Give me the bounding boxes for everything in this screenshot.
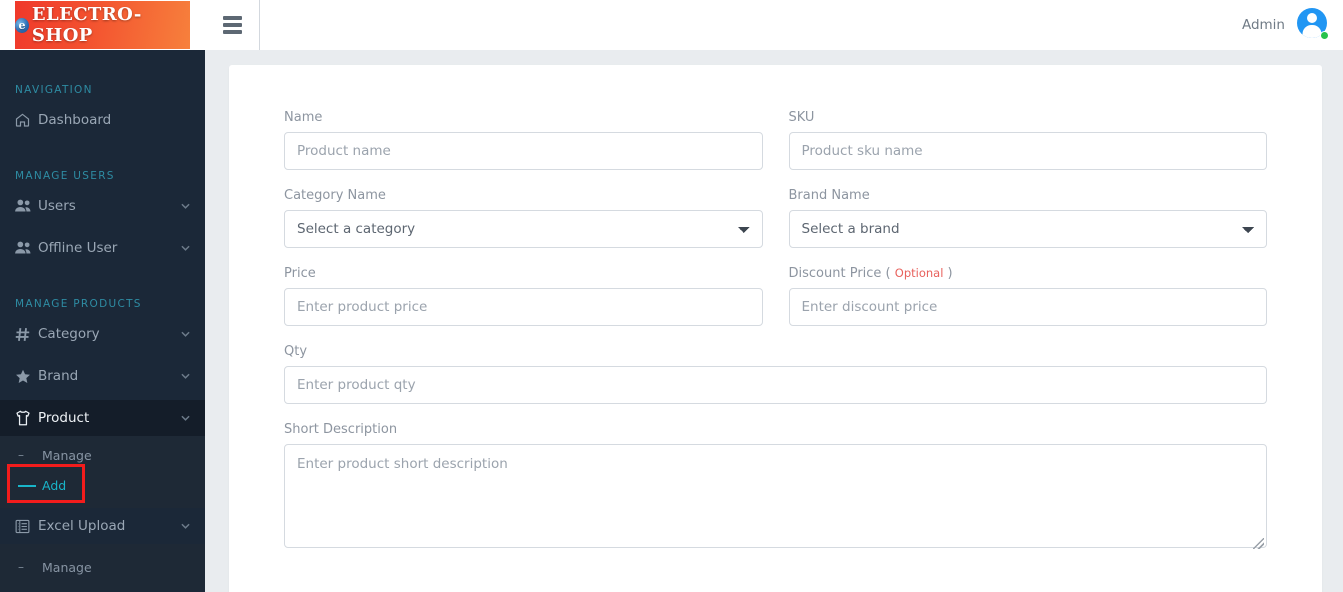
chevron-down-icon [179, 373, 191, 379]
chevron-down-icon [179, 203, 191, 209]
discount-price-input[interactable] [788, 288, 1267, 326]
sidebar-heading-manage-users: MANAGE USERS [15, 170, 115, 182]
field-group-price: Price [284, 266, 763, 326]
brand-label: Brand Name [788, 188, 870, 203]
discount-price-label: Discount Price ( Optional ) [789, 266, 1268, 281]
sidebar-item-label: Excel Upload [38, 518, 126, 534]
sidebar-item-offline-user[interactable]: Offline User [0, 230, 205, 266]
category-label: Category Name [284, 188, 386, 203]
header-divider [259, 0, 260, 50]
sidebar-item-label: Product [38, 410, 90, 426]
product-form-card: Name SKU Category Name [229, 65, 1322, 592]
dash-icon [18, 478, 42, 492]
sidebar-item-users[interactable]: Users [0, 188, 205, 224]
product-submenu: – Manage Add [0, 436, 205, 508]
brand-select[interactable]: Select a brand [788, 210, 1267, 248]
field-group-category: Category Name Select a category [284, 188, 763, 248]
sidebar-subitem-label: Manage [42, 559, 92, 575]
sidebar-subitem-add[interactable]: Add [0, 470, 205, 500]
sidebar-heading-manage-products: MANAGE PRODUCTS [15, 298, 142, 310]
avatar[interactable] [1297, 8, 1331, 42]
home-icon [14, 110, 38, 130]
short-description-label: Short Description [284, 422, 398, 437]
sidebar-item-label: Category [38, 326, 100, 342]
sidebar-item-label: Dashboard [38, 112, 112, 128]
short-description-textarea[interactable] [284, 444, 1267, 548]
add-product-form: Name SKU Category Name [229, 65, 1322, 570]
sidebar-item-label: Brand [38, 368, 79, 384]
sidebar-heading-navigation: NAVIGATION [15, 84, 93, 96]
field-group-sku: SKU [788, 110, 1267, 170]
hash-icon [14, 324, 38, 344]
sidebar-item-dashboard[interactable]: Dashboard [0, 102, 205, 138]
sidebar-subitem-label: Manage [42, 447, 92, 463]
field-group-short-description: Short Description [284, 422, 1267, 552]
dash-icon: – [18, 560, 24, 574]
tshirt-icon [14, 408, 38, 428]
sidebar-item-label: Offline User [38, 240, 118, 256]
name-label: Name [284, 110, 323, 125]
brand-logo[interactable]: e ELECTRO-SHOP [0, 0, 205, 50]
chevron-down-icon [179, 523, 191, 529]
sidebar-item-product[interactable]: Product [0, 400, 205, 436]
field-group-qty: Qty [284, 344, 1267, 404]
sidebar-item-excel-upload[interactable]: Excel Upload [0, 508, 205, 544]
list-icon [14, 516, 38, 536]
name-input[interactable] [284, 132, 763, 170]
qty-label: Qty [284, 344, 308, 359]
dash-icon: – [18, 448, 24, 462]
users-icon [14, 238, 38, 258]
main-content: Name SKU Category Name [205, 50, 1343, 592]
hamburger-icon[interactable] [205, 0, 259, 50]
price-input[interactable] [284, 288, 763, 326]
star-icon [14, 366, 38, 386]
sku-input[interactable] [788, 132, 1267, 170]
brand-name: ELECTRO-SHOP [31, 4, 142, 46]
status-badge [1320, 31, 1329, 40]
field-group-name: Name [284, 110, 763, 170]
sidebar-subitem-label: Add [42, 477, 67, 493]
field-group-discount-price: Discount Price ( Optional ) [788, 266, 1268, 326]
excel-upload-submenu: – Manage [0, 544, 205, 590]
chevron-down-icon [179, 245, 191, 251]
sidebar-subitem-manage[interactable]: – Manage [0, 440, 205, 470]
discount-label-main: Discount Price ( [788, 266, 891, 281]
chevron-down-icon [179, 331, 191, 337]
sidebar-item-brand[interactable]: Brand [0, 358, 205, 394]
field-group-brand: Brand Name Select a brand [788, 188, 1267, 248]
discount-label-close: ) [947, 266, 953, 281]
chevron-down-icon [179, 415, 191, 421]
sidebar: e ELECTRO-SHOP NAVIGATION Dashboard MANA… [0, 0, 205, 592]
optional-badge: Optional [894, 266, 944, 280]
users-icon [14, 196, 38, 216]
price-label: Price [284, 266, 316, 281]
category-select[interactable]: Select a category [284, 210, 763, 248]
top-header: Admin [205, 0, 1343, 50]
app-root: e ELECTRO-SHOP NAVIGATION Dashboard MANA… [0, 0, 1343, 592]
sidebar-item-category[interactable]: Category [0, 316, 205, 352]
logo-e-icon: e [15, 17, 29, 33]
user-name-label: Admin [1241, 17, 1285, 33]
sidebar-item-label: Users [38, 198, 76, 214]
qty-input[interactable] [284, 366, 1267, 404]
sku-label: SKU [788, 110, 815, 125]
sidebar-subitem-manage-excel[interactable]: – Manage [0, 552, 205, 582]
